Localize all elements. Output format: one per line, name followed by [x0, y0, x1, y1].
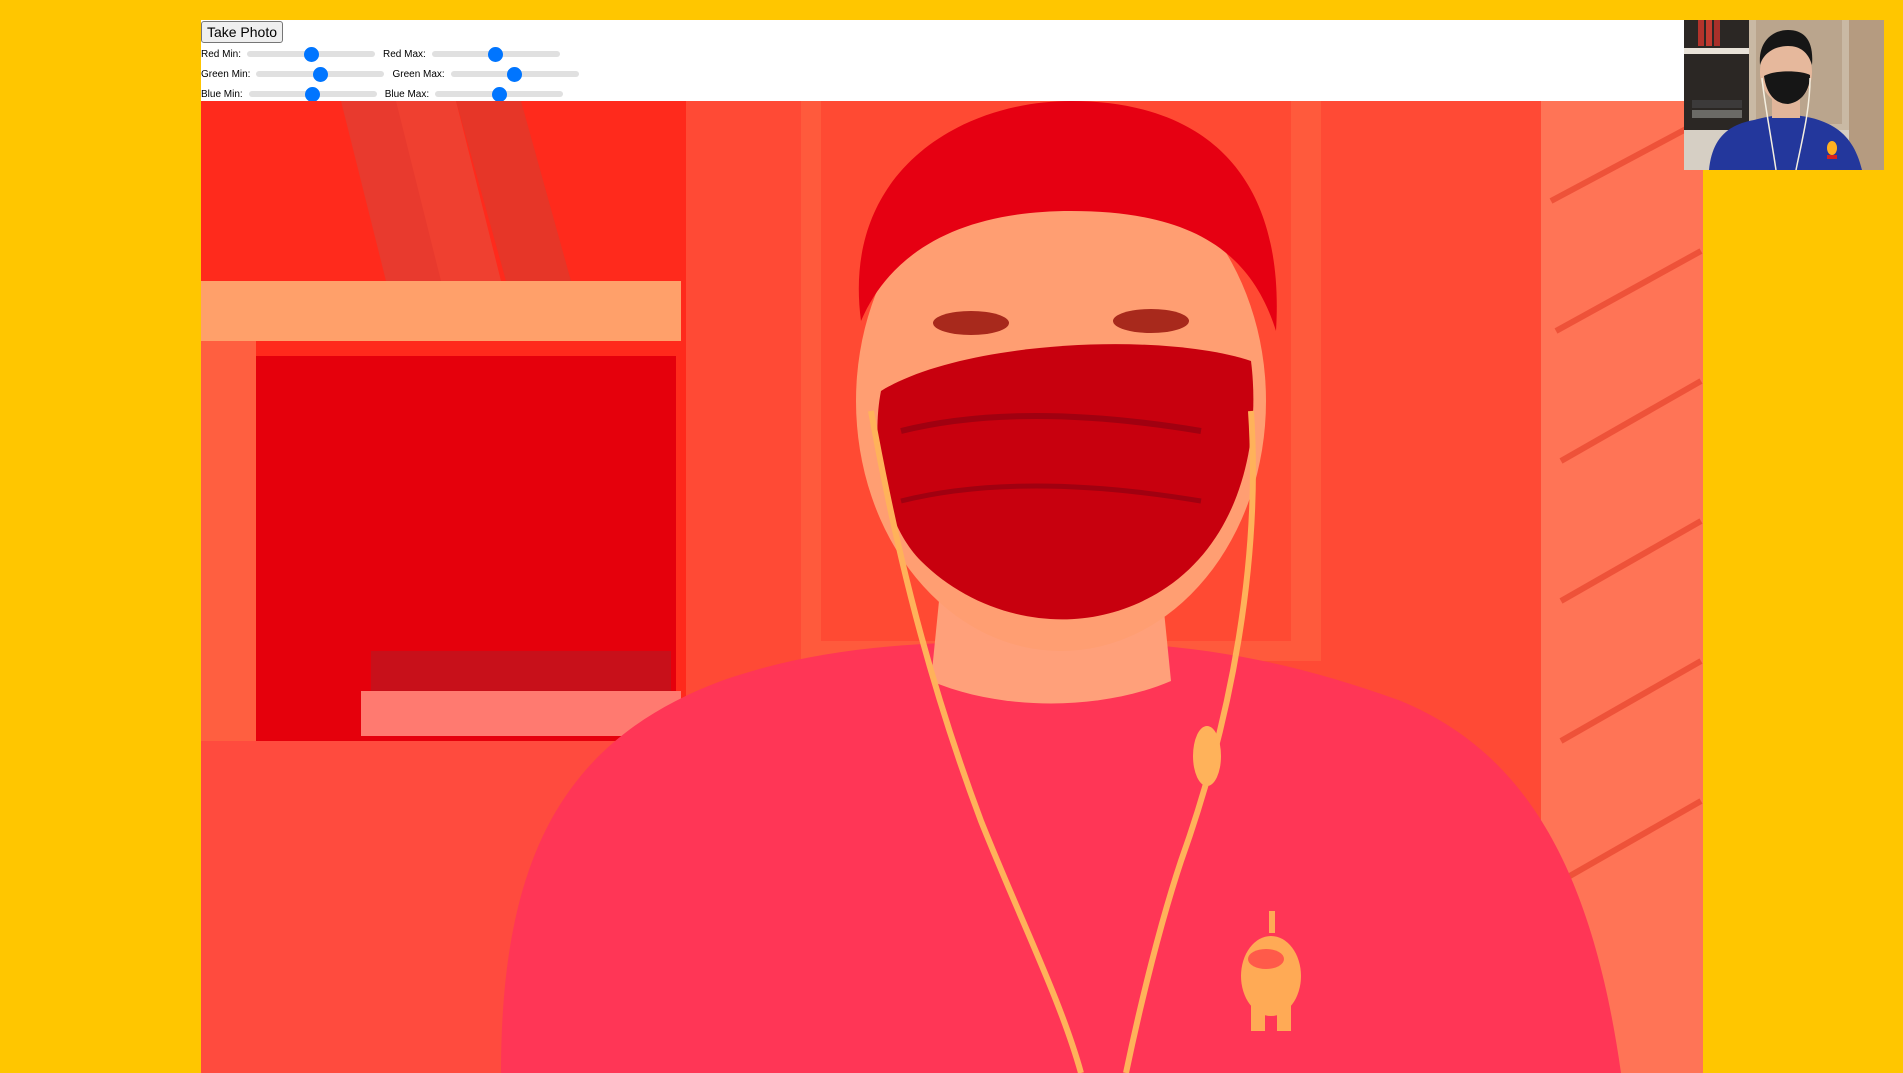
- green-min-label: Green Min:: [201, 68, 251, 80]
- blue-max-slider[interactable]: [435, 91, 564, 97]
- filtered-video-canvas: [201, 101, 1703, 1073]
- page: Take Photo Red Min: Red Max: Green Min: …: [0, 0, 1903, 1073]
- original-video-thumbnail: [1684, 20, 1884, 170]
- blue-max-label: Blue Max:: [384, 88, 430, 100]
- red-min-slider[interactable]: [247, 51, 376, 57]
- green-max-label: Green Max:: [392, 68, 445, 80]
- take-photo-button[interactable]: Take Photo: [201, 21, 283, 43]
- controls-panel: Take Photo Red Min: Red Max: Green Min: …: [201, 20, 1865, 101]
- blue-min-label: Blue Min:: [201, 88, 243, 100]
- blue-min-slider[interactable]: [248, 91, 377, 97]
- green-slider-row: Green Min: Green Max:: [201, 64, 587, 84]
- red-slider-row: Red Min: Red Max:: [201, 44, 568, 64]
- green-min-slider[interactable]: [256, 71, 385, 77]
- red-min-label: Red Min:: [201, 48, 242, 60]
- red-max-slider[interactable]: [431, 51, 560, 57]
- green-max-slider[interactable]: [450, 71, 579, 77]
- red-max-label: Red Max:: [383, 48, 426, 60]
